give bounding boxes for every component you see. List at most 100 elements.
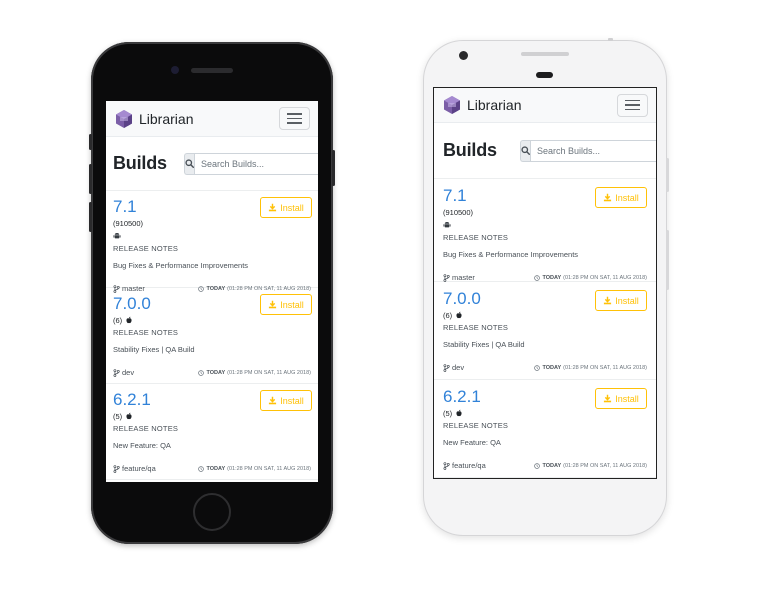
release-notes-label: RELEASE NOTES — [443, 323, 509, 332]
build-version-link[interactable]: 7.0.0 — [113, 294, 151, 313]
build-number: (5) — [443, 408, 453, 418]
build-number: (910500) — [443, 207, 474, 217]
git-branch-icon — [443, 273, 450, 282]
apple-icon — [126, 316, 132, 324]
search-group — [520, 139, 656, 162]
build-version-link[interactable]: 7.1 — [443, 186, 467, 205]
date-today: TODAY — [206, 369, 226, 376]
mute-switch — [89, 134, 92, 150]
clock-icon — [198, 465, 205, 472]
build-card: 6.2.1 (5) RELEASE NOTES New Feature: QA … — [434, 380, 656, 478]
release-notes-text: Stability Fixes | QA Build — [443, 340, 525, 349]
build-version-link[interactable]: 7.1 — [113, 197, 137, 216]
home-button[interactable] — [193, 493, 231, 531]
librarian-logo-icon — [116, 109, 132, 128]
install-label: Install — [615, 393, 639, 404]
build-date: TODAY (01:28 PM ON SAT, 11 AUG 2018) — [198, 466, 311, 472]
page-header: Builds — [106, 137, 318, 191]
build-number: (910500) — [113, 218, 144, 228]
volume-up-button — [89, 164, 92, 194]
release-notes-label: RELEASE NOTES — [113, 244, 179, 253]
release-notes-label: RELEASE NOTES — [113, 328, 179, 337]
librarian-logo-icon — [444, 96, 460, 114]
front-camera — [459, 51, 468, 60]
navbar: Librarian — [434, 88, 656, 123]
front-camera — [171, 66, 179, 74]
volume-rocker — [666, 230, 669, 290]
install-button[interactable]: Install — [260, 390, 312, 411]
git-branch-icon — [443, 461, 450, 470]
speaker-grille — [521, 52, 569, 56]
download-icon — [604, 394, 612, 403]
build-version-link[interactable]: 6.2.1 — [113, 390, 151, 409]
hamburger-icon — [625, 99, 640, 102]
branch: dev — [443, 363, 464, 372]
page-title: Builds — [113, 153, 167, 173]
download-icon — [269, 300, 277, 309]
page-header: Builds — [434, 123, 656, 179]
brand[interactable]: Librarian — [442, 95, 521, 115]
branch: dev — [113, 368, 134, 377]
date-detail: (01:28 PM ON SAT, 11 AUG 2018) — [227, 369, 311, 376]
install-label: Install — [280, 395, 304, 406]
build-version-link[interactable]: 6.2.1 — [443, 387, 481, 406]
download-icon — [269, 203, 277, 212]
search-icon — [185, 159, 194, 168]
install-button[interactable]: Install — [260, 197, 312, 218]
android-icon — [443, 221, 451, 227]
brand[interactable]: Librarian — [114, 109, 193, 129]
search-input[interactable] — [530, 139, 656, 162]
branch-name: dev — [122, 368, 135, 377]
menu-toggle-button[interactable] — [279, 107, 310, 130]
build-card: 7.1 (910500) RELEASE NOTES Bug Fixes & P… — [106, 191, 318, 293]
install-label: Install — [280, 299, 304, 310]
phone-screen-android: Librarian Builds 7.1 (910500) — [433, 87, 657, 479]
search-icon — [521, 146, 530, 155]
search-button[interactable] — [520, 139, 530, 162]
download-icon — [604, 193, 612, 202]
install-label: Install — [615, 295, 639, 306]
install-label: Install — [280, 202, 304, 213]
date-detail: (01:28 PM ON SAT, 11 AUG 2018) — [563, 462, 647, 469]
date-today: TODAY — [542, 364, 562, 371]
power-button — [332, 150, 335, 186]
clock-icon — [198, 369, 205, 376]
build-version-link[interactable]: 7.0.0 — [443, 289, 481, 308]
git-branch-icon — [113, 368, 120, 377]
git-branch-icon — [443, 363, 450, 372]
git-branch-icon — [113, 464, 120, 473]
build-card: 7.0.0 (6) RELEASE NOTES Stability Fixes … — [106, 288, 318, 384]
date-today: TODAY — [206, 465, 226, 472]
brand-name: Librarian — [467, 97, 522, 113]
install-button[interactable]: Install — [260, 294, 312, 315]
build-number: (5) — [113, 411, 123, 421]
build-card: 7.1 (910500) RELEASE NOTES Bug Fixes & P… — [434, 179, 656, 282]
build-number: (6) — [113, 315, 123, 325]
speaker-grille — [191, 68, 233, 73]
install-button[interactable]: Install — [595, 187, 647, 208]
branch-name: master — [452, 273, 475, 282]
install-button[interactable]: Install — [595, 290, 647, 311]
date-detail: (01:28 PM ON SAT, 11 AUG 2018) — [563, 364, 647, 371]
branch-name: feature/qa — [122, 464, 156, 473]
apple-icon — [456, 409, 462, 417]
release-notes-text: New Feature: QA — [443, 438, 501, 447]
branch-name: dev — [452, 363, 465, 372]
branch-name: feature/qa — [452, 461, 486, 470]
release-notes-text: Stability Fixes | QA Build — [113, 345, 195, 354]
build-number: (6) — [443, 310, 453, 320]
search-button[interactable] — [184, 152, 194, 175]
android-icon — [113, 232, 121, 238]
date-detail: (01:28 PM ON SAT, 11 AUG 2018) — [227, 465, 311, 472]
download-icon — [269, 396, 277, 405]
date-today: TODAY — [542, 274, 562, 281]
search-input[interactable] — [194, 152, 318, 175]
build-date: TODAY (01:28 PM ON SAT, 11 AUG 2018) — [534, 365, 647, 371]
install-button[interactable]: Install — [595, 388, 647, 409]
power-button — [666, 158, 669, 192]
branch: feature/qa — [443, 461, 486, 470]
release-notes-label: RELEASE NOTES — [443, 421, 509, 430]
menu-toggle-button[interactable] — [617, 93, 648, 117]
date-detail: (01:28 PM ON SAT, 11 AUG 2018) — [563, 274, 647, 281]
branch: feature/qa — [113, 464, 156, 473]
